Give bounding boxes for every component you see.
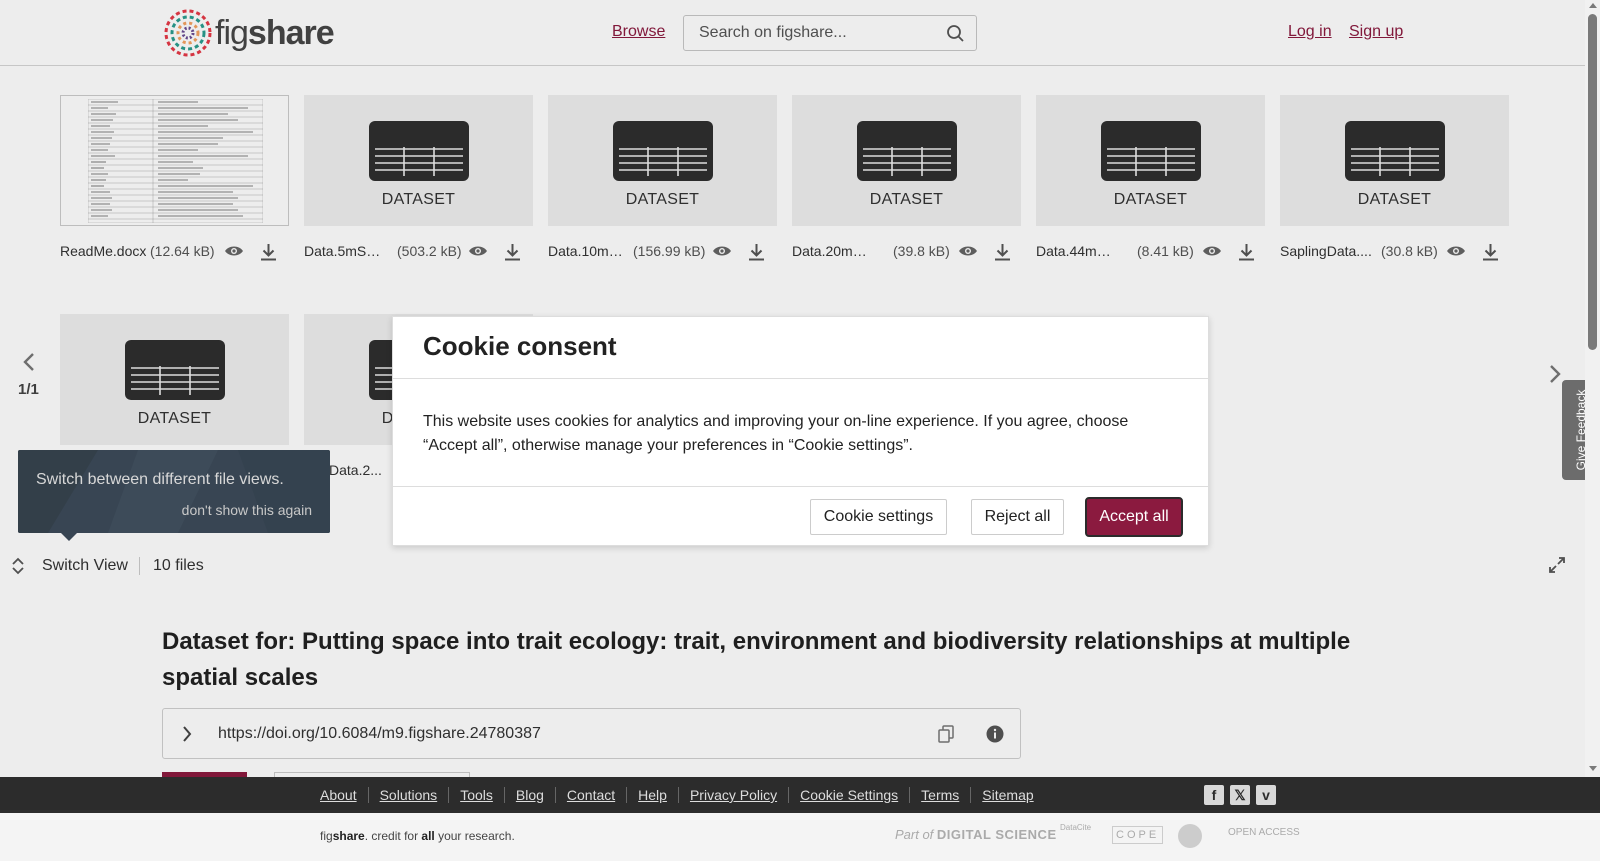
scrollbar-thumb[interactable] <box>1588 14 1597 350</box>
footer-link-privacy-policy[interactable]: Privacy Policy <box>677 787 788 803</box>
scroll-down-arrow-icon[interactable] <box>1589 766 1597 771</box>
digital-science-logo[interactable]: Part of DIGITAL SCIENCE <box>895 827 1057 842</box>
vimeo-icon[interactable]: v <box>1256 785 1276 805</box>
footer-link-help[interactable]: Help <box>626 787 678 803</box>
scroll-up-arrow-icon[interactable] <box>1589 3 1597 8</box>
x-icon[interactable]: 𝕏 <box>1230 785 1250 805</box>
footer-bottom: figshare. credit for all your research. … <box>0 813 1600 861</box>
footer-link-terms[interactable]: Terms <box>909 787 970 803</box>
footer-link-solutions[interactable]: Solutions <box>367 787 449 803</box>
open-access-logo[interactable]: OPEN ACCESS <box>1228 827 1300 838</box>
divider <box>393 486 1208 487</box>
footer-link-blog[interactable]: Blog <box>503 787 555 803</box>
facebook-icon[interactable]: f <box>1204 785 1224 805</box>
footer-link-about[interactable]: About <box>320 787 368 803</box>
footer-nav: About Solutions Tools Blog Contact Help … <box>0 777 1600 813</box>
footer-link-contact[interactable]: Contact <box>554 787 626 803</box>
page-scrollbar[interactable] <box>1585 0 1600 777</box>
modal-title: Cookie consent <box>423 331 617 361</box>
footer-link-cookie-settings[interactable]: Cookie Settings <box>788 787 909 803</box>
footer-link-tools[interactable]: Tools <box>448 787 504 803</box>
modal-body-text: This website uses cookies for analytics … <box>423 413 1129 454</box>
footer-links: About Solutions Tools Blog Contact Help … <box>320 787 1045 803</box>
footer-tagline: figshare. credit for all your research. <box>320 829 515 843</box>
cookie-settings-button[interactable]: Cookie settings <box>810 499 947 535</box>
accept-all-button[interactable]: Accept all <box>1085 497 1183 537</box>
divider <box>393 378 1208 379</box>
datacite-logo[interactable]: DataCite <box>1060 823 1091 832</box>
cope-logo[interactable]: COPE <box>1112 826 1164 844</box>
footer-link-sitemap[interactable]: Sitemap <box>970 787 1044 803</box>
cookie-consent-modal: Cookie consent This website uses cookies… <box>392 316 1209 546</box>
reject-all-button[interactable]: Reject all <box>971 499 1064 535</box>
partner-seal-icon[interactable] <box>1178 824 1202 848</box>
